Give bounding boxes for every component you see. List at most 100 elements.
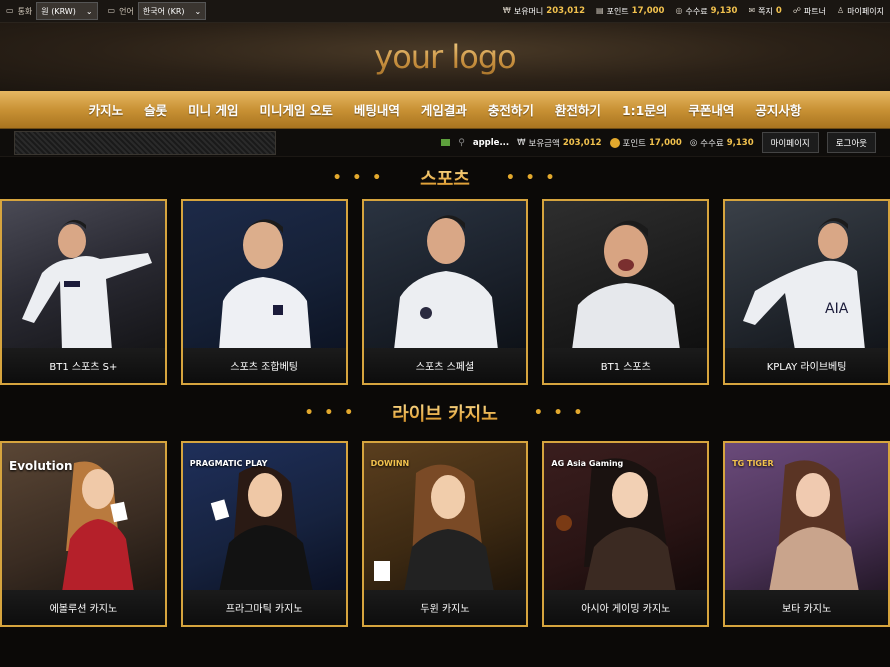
currency-value: 원 (KRW) [41, 6, 76, 16]
casino-section-title: • • • 라이브 카지노 • • • [0, 385, 890, 441]
language-label: 언어 [119, 6, 134, 16]
casino-card[interactable]: Evolution 에볼루션 카지노 [0, 441, 167, 627]
nav-item-deposit[interactable]: 충전하기 [488, 100, 534, 119]
message-count: 0 [775, 6, 782, 16]
card-image [2, 201, 165, 348]
nav-item-notice[interactable]: 공지사항 [755, 100, 801, 119]
message-label: 쪽지 [758, 6, 773, 16]
card-caption: 스포츠 조합베팅 [182, 348, 346, 383]
player-illustration [22, 219, 152, 348]
sports-title: 스포츠 [420, 165, 470, 191]
fee-label: 수수료 [685, 6, 708, 16]
card-caption: 스포츠 스페셜 [363, 348, 527, 383]
sports-card[interactable]: BT1 스포츠 [542, 199, 710, 385]
chevron-down-icon: ⌄ [85, 6, 93, 16]
decorative-dots: • • • [505, 170, 558, 186]
player-illustration: AIA [743, 218, 865, 348]
provider-logo: AG Asia Gaming [551, 459, 624, 468]
user-info: ⚲ apple... ₩ 보유금액 203,012 포인트 17,000 ◎ 수… [441, 132, 876, 153]
mypage-button[interactable]: 마이페이지 [761, 132, 819, 153]
username: apple... [472, 137, 510, 148]
sub-balance-label: 보유금액 [528, 138, 560, 149]
sports-card[interactable]: 스포츠 조합베팅 [180, 199, 348, 385]
card-caption: BT1 스포츠 S+ [2, 348, 165, 383]
casino-card[interactable]: AG Asia Gaming 아시아 게이밍 카지노 [542, 441, 710, 627]
decorative-dots: • • • [332, 170, 385, 186]
site-logo[interactable]: your logo [374, 38, 516, 76]
sub-fee: ◎ 수수료 9,130 [690, 137, 754, 149]
partner-link[interactable]: ☍ 파트너 [793, 6, 826, 17]
provider-logo: Evolution [9, 459, 73, 473]
sub-balance-value: 203,012 [562, 137, 602, 148]
nav-item-slot[interactable]: 슬롯 [144, 100, 167, 119]
currency-group: ▭ 통화 원 (KRW) ⌄ [6, 2, 98, 20]
coins-icon: ◎ [675, 6, 683, 15]
point-stat: ▤ 포인트 17,000 [596, 6, 664, 17]
nav-item-casino[interactable]: 카지노 [89, 100, 124, 119]
card-caption: 보타 카지노 [725, 590, 888, 625]
message-link[interactable]: ✉ 쪽지 0 [748, 6, 781, 17]
sports-card[interactable]: AIA KPLAY 라이브베팅 [723, 199, 890, 385]
casino-card[interactable]: DOWINN 두윈 카지노 [361, 441, 529, 627]
card-image [363, 201, 527, 348]
currency-select[interactable]: 원 (KRW) ⌄ [36, 2, 98, 20]
chevron-down-icon: ⌄ [194, 6, 202, 16]
card-image: AIA [725, 201, 888, 348]
sub-balance: ₩ 보유금액 203,012 [517, 137, 601, 149]
mypage-link[interactable]: ♙ 마이페이지 [837, 6, 884, 17]
top-stats: ₩ 보유머니 203,012 ▤ 포인트 17,000 ◎ 수수료 9,130 … [503, 6, 884, 17]
handshake-icon: ☍ [792, 6, 801, 15]
level-icon: ⚲ [458, 137, 465, 148]
card-caption: KPLAY 라이브베팅 [725, 348, 888, 383]
player-illustration [572, 220, 681, 348]
nav-item-inquiry[interactable]: 1:1문의 [622, 100, 667, 119]
currency-label: 통화 [17, 6, 33, 16]
fee-value: 9,130 [710, 6, 738, 16]
balance-label: 보유머니 [513, 6, 544, 16]
card-caption: 에볼루션 카지노 [2, 590, 165, 625]
nav-item-minigame-auto[interactable]: 미니게임 오토 [260, 100, 333, 119]
nav-item-minigame[interactable]: 미니 게임 [188, 100, 238, 119]
mypage-label: 마이페이지 [847, 6, 884, 16]
mail-icon: ✉ [748, 6, 756, 15]
casino-card[interactable]: PRAGMATIC PLAY 프라그마틱 카지노 [180, 441, 348, 627]
logout-button[interactable]: 로그아웃 [826, 132, 876, 153]
provider-logo: PRAGMATIC PLAY [189, 459, 268, 468]
card-caption: 두윈 카지노 [363, 590, 527, 625]
won-icon: ₩ [502, 6, 511, 15]
point-value: 17,000 [631, 6, 665, 16]
casino-card[interactable]: TG TIGER 보타 카지노 [723, 441, 890, 627]
sports-card[interactable]: 스포츠 스페셜 [361, 199, 529, 385]
nav-item-betting-history[interactable]: 베팅내역 [354, 100, 400, 119]
nav-item-coupons[interactable]: 쿠폰내역 [688, 100, 734, 119]
card-image [182, 201, 346, 348]
card-caption: BT1 스포츠 [544, 348, 708, 383]
point-coin-icon [609, 137, 620, 148]
balance-stat: ₩ 보유머니 203,012 [503, 6, 585, 17]
sports-card[interactable]: BT1 스포츠 S+ [0, 199, 167, 385]
provider-logo: DOWINN [370, 459, 410, 468]
sub-point-value: 17,000 [649, 137, 682, 148]
point-label: 포인트 [606, 6, 629, 16]
sports-cards: BT1 스포츠 S+ 스포츠 조합베팅 스포츠 스페셜 BT1 스포츠 AIA … [0, 199, 890, 385]
won-icon: ₩ [517, 137, 526, 148]
mail-icon[interactable] [441, 139, 451, 146]
casino-cards: Evolution 에볼루션 카지노 PRAGMATIC PLAY 프라그마틱 … [0, 441, 890, 627]
nav-item-game-results[interactable]: 게임결과 [421, 100, 467, 119]
balance-value: 203,012 [546, 6, 586, 16]
language-group: ▭ 언어 한국어 (KR) ⌄ [108, 2, 207, 20]
user-bar: ⚲ apple... ₩ 보유금액 203,012 포인트 17,000 ◎ 수… [0, 129, 890, 157]
nav-item-withdraw[interactable]: 환전하기 [555, 100, 601, 119]
language-select[interactable]: 한국어 (KR) ⌄ [137, 2, 207, 20]
card-caption: 아시아 게이밍 카지노 [544, 590, 708, 625]
point-icon: ▤ [596, 6, 604, 15]
user-icon: ♙ [837, 6, 845, 15]
wallet-icon: ▭ [6, 6, 14, 15]
card-image [544, 201, 708, 348]
svg-text:AIA: AIA [825, 301, 849, 317]
player-illustration [393, 215, 498, 348]
partner-label: 파트너 [803, 6, 827, 16]
fee-stat: ◎ 수수료 9,130 [675, 6, 737, 17]
main-nav: 카지노 슬롯 미니 게임 미니게임 오토 베팅내역 게임결과 충전하기 환전하기… [0, 91, 890, 129]
card-caption: 프라그마틱 카지노 [182, 590, 346, 625]
